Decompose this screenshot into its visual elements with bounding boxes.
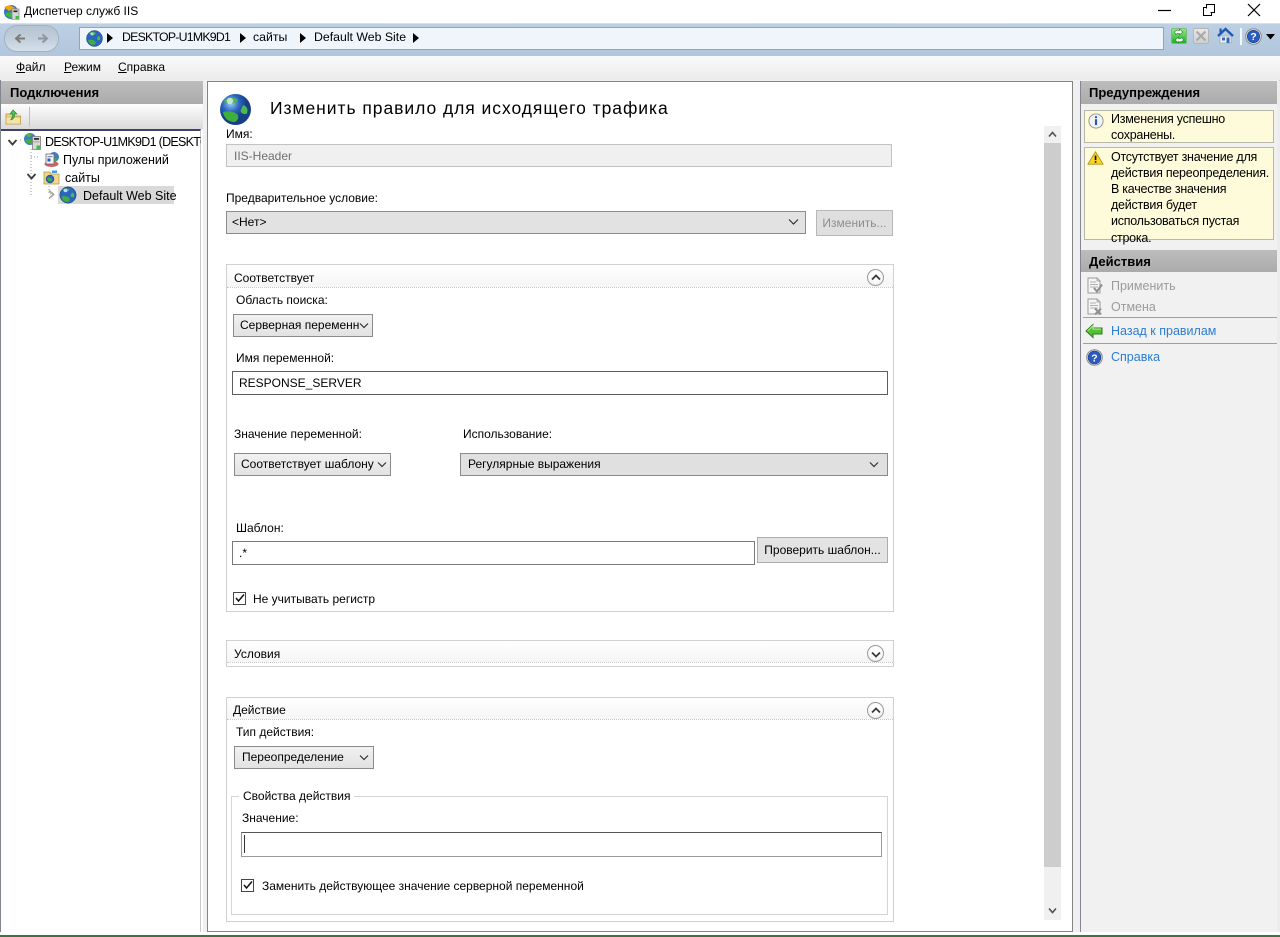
svg-text:?: ? — [1250, 31, 1256, 43]
svg-text:?: ? — [1091, 352, 1097, 364]
